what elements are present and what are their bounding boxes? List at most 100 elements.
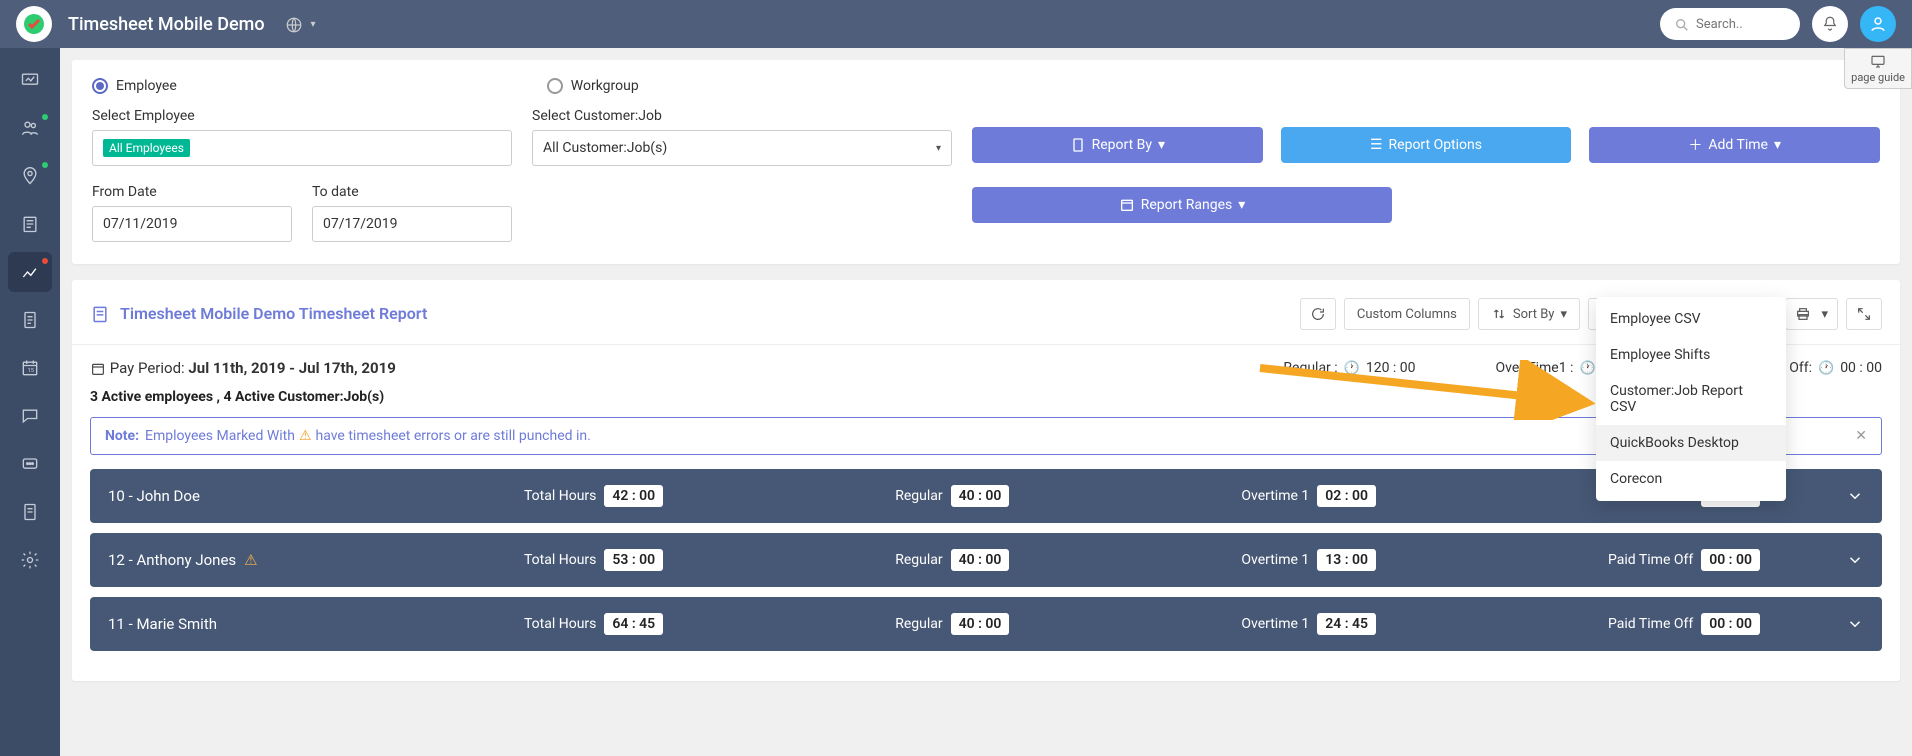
chevron-down-icon[interactable] — [1846, 615, 1864, 633]
report-options-button[interactable]: ☰ Report Options — [1281, 127, 1572, 163]
download-option[interactable]: Employee Shifts — [1596, 337, 1786, 373]
page-guide-button[interactable]: page guide — [1844, 48, 1912, 89]
add-time-label: Add Time — [1708, 137, 1768, 153]
ot-label: Overtime 1 — [1241, 488, 1309, 504]
chevron-down-icon: ▾ — [1158, 137, 1165, 153]
select-customer-label: Select Customer:Job — [532, 108, 952, 124]
ot-value: 02 : 00 — [1317, 485, 1376, 507]
downloads-dropdown: Employee CSVEmployee ShiftsCustomer:Job … — [1596, 297, 1786, 501]
report-title-text: Timesheet Mobile Demo Timesheet Report — [120, 304, 427, 323]
report-by-button[interactable]: Report By ▾ — [972, 127, 1263, 163]
report-ranges-button[interactable]: Report Ranges ▾ — [972, 187, 1392, 223]
reg-label: Regular — [895, 616, 942, 632]
employee-name: 12 - Anthony Jones — [108, 551, 236, 569]
th-value: 53 : 00 — [604, 549, 663, 571]
sidebar-item-chat[interactable] — [8, 396, 52, 436]
sidebar-item-settings[interactable] — [8, 540, 52, 580]
ot-value: 13 : 00 — [1317, 549, 1376, 571]
sidebar-item-schedule[interactable]: 15 — [8, 348, 52, 388]
filters-card: Employee Workgroup Select Employee All E… — [72, 60, 1900, 264]
custom-columns-button[interactable]: Custom Columns — [1344, 298, 1470, 330]
sidebar-item-users[interactable] — [8, 108, 52, 148]
svg-text:15: 15 — [28, 368, 35, 374]
to-date-input[interactable]: 07/17/2019 — [312, 206, 512, 242]
employee-name: 11 - Marie Smith — [108, 615, 217, 633]
reg-label: Regular — [895, 488, 942, 504]
overtime-label: Over Time1 : — [1496, 360, 1574, 376]
from-date-input[interactable]: 07/11/2019 — [92, 206, 292, 242]
sidebar-item-forms[interactable] — [8, 492, 52, 532]
notifications-button[interactable] — [1812, 6, 1848, 42]
warning-icon: ⚠ — [299, 428, 312, 444]
globe-icon[interactable] — [285, 14, 303, 34]
pay-period-value: Jul 11th, 2019 - Jul 17th, 2019 — [188, 359, 395, 377]
sidebar-item-document[interactable] — [8, 300, 52, 340]
search-input[interactable] — [1696, 17, 1786, 32]
employee-row[interactable]: 11 - Marie Smith Total Hours 64 : 45 Regula… — [90, 597, 1882, 651]
radio-employee-label: Employee — [116, 78, 177, 94]
note-text-a: Employees Marked With — [145, 428, 295, 444]
sort-by-button[interactable]: Sort By ▾ — [1478, 298, 1580, 330]
clock-icon: 🕐 — [1818, 361, 1834, 376]
download-option[interactable]: Customer:Job Report CSV — [1596, 373, 1786, 425]
reg-value: 40 : 00 — [951, 485, 1010, 507]
ot-value: 24 : 45 — [1317, 613, 1376, 635]
th-label: Total Hours — [524, 488, 596, 504]
sidebar-item-dashboard[interactable] — [8, 60, 52, 100]
topbar: Timesheet Mobile Demo ▾ — [0, 0, 1912, 48]
sidebar-item-reports[interactable] — [8, 252, 52, 292]
chevron-down-icon: ▾ — [1238, 197, 1245, 213]
radio-employee[interactable]: Employee — [92, 78, 177, 94]
select-employee[interactable]: All Employees — [92, 130, 512, 166]
th-label: Total Hours — [524, 552, 596, 568]
pto-label: Paid Time Off — [1608, 616, 1693, 632]
close-icon[interactable]: ✕ — [1855, 428, 1867, 444]
search-input-wrap[interactable] — [1660, 8, 1800, 40]
employee-tag: All Employees — [103, 139, 190, 157]
refresh-button[interactable] — [1300, 298, 1336, 330]
warning-icon: ⚠ — [244, 551, 257, 569]
chevron-down-icon[interactable] — [1846, 487, 1864, 505]
note-text-b: have timesheet errors or are still punch… — [316, 428, 591, 444]
customer-value: All Customer:Job(s) — [543, 140, 667, 156]
pay-period-label: Pay Period: — [110, 359, 185, 377]
add-time-button[interactable]: ＋ Add Time ▾ — [1589, 127, 1880, 163]
expand-button[interactable] — [1846, 298, 1882, 330]
sidebar-item-location[interactable] — [8, 156, 52, 196]
th-label: Total Hours — [524, 616, 596, 632]
download-option[interactable]: Corecon — [1596, 461, 1786, 497]
from-date-label: From Date — [92, 184, 292, 200]
sidebar-item-jobs[interactable] — [8, 204, 52, 244]
report-ranges-label: Report Ranges — [1141, 197, 1233, 213]
print-button[interactable]: ▾ — [1785, 298, 1838, 330]
chevron-down-icon: ▾ — [936, 143, 941, 154]
ot-label: Overtime 1 — [1241, 552, 1309, 568]
regular-label: Regular : — [1283, 360, 1337, 376]
chevron-down-icon: ▾ — [1821, 307, 1828, 322]
report-icon — [90, 304, 110, 325]
select-employee-label: Select Employee — [92, 108, 512, 124]
select-customer[interactable]: All Customer:Job(s) ▾ — [532, 130, 952, 166]
reg-label: Regular — [895, 552, 942, 568]
chevron-down-icon: ▾ — [1560, 307, 1567, 322]
sort-by-label: Sort By — [1513, 307, 1555, 322]
chevron-down-icon[interactable]: ▾ — [311, 19, 316, 30]
app-title: Timesheet Mobile Demo — [68, 14, 265, 35]
menu-icon: ☰ — [1370, 137, 1383, 153]
pto-label: Paid Time Off — [1608, 552, 1693, 568]
reg-value: 40 : 00 — [951, 549, 1010, 571]
custom-columns-label: Custom Columns — [1357, 307, 1457, 322]
th-value: 64 : 45 — [604, 613, 663, 635]
report-by-label: Report By — [1092, 137, 1152, 153]
radio-workgroup[interactable]: Workgroup — [547, 78, 639, 94]
clock-icon: 🕐 — [1579, 361, 1595, 376]
chevron-down-icon[interactable] — [1846, 551, 1864, 569]
app-logo[interactable] — [16, 6, 52, 42]
download-option[interactable]: Employee CSV — [1596, 301, 1786, 337]
download-option[interactable]: QuickBooks Desktop — [1596, 425, 1786, 461]
search-icon — [1674, 15, 1690, 34]
user-button[interactable] — [1860, 6, 1896, 42]
pto-value: 00 : 00 — [1701, 549, 1760, 571]
sidebar-item-messages[interactable] — [8, 444, 52, 484]
employee-row[interactable]: 12 - Anthony Jones ⚠ Total Hours 53 : 00 Reg… — [90, 533, 1882, 587]
